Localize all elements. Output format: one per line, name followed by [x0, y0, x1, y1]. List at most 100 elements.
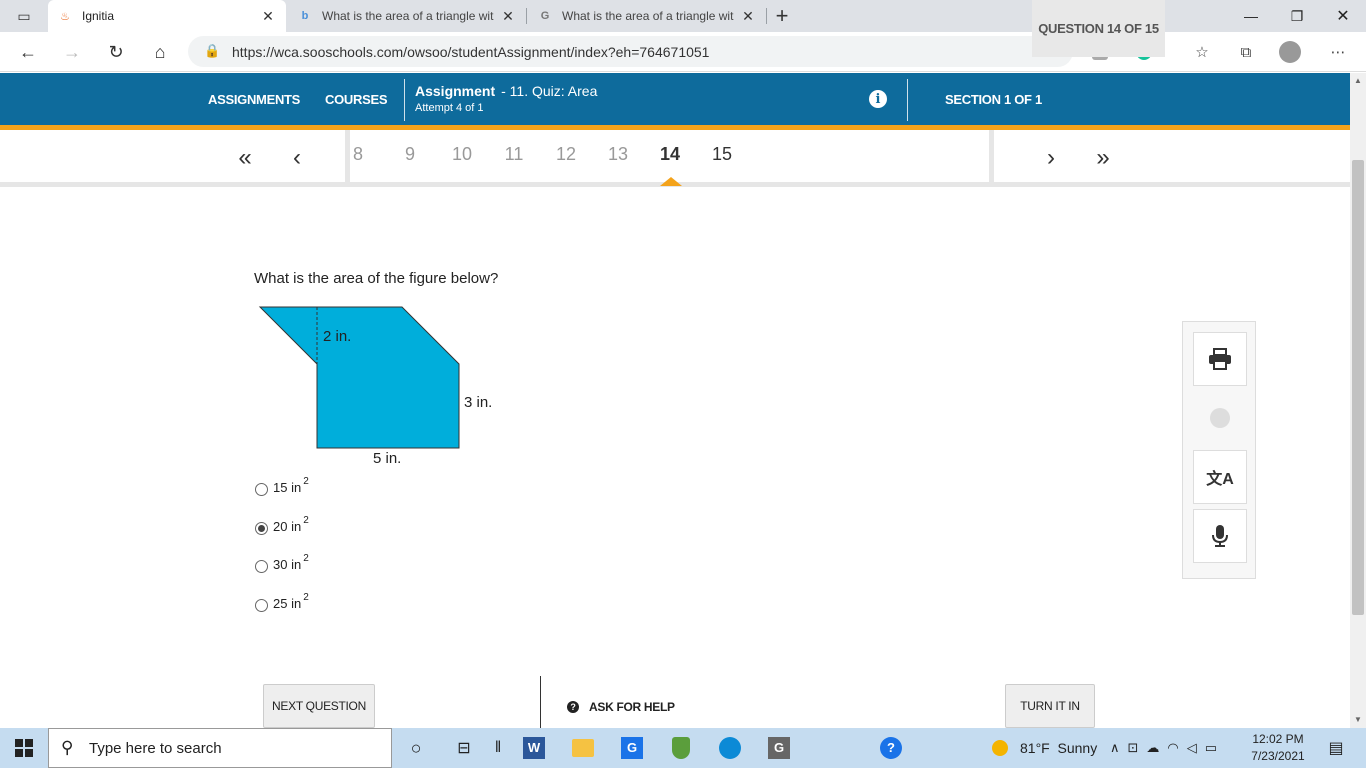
close-tab-icon[interactable]: ✕ — [500, 8, 516, 25]
notifications-icon[interactable]: ▤ — [1322, 734, 1350, 762]
weather-widget[interactable]: 81°F Sunny — [992, 728, 1097, 768]
new-tab-button[interactable]: + — [768, 2, 796, 30]
taskbar-app-icon[interactable]: ‖ — [484, 734, 512, 762]
courses-link[interactable]: COURSES — [325, 73, 388, 126]
battery-icon[interactable]: ▭ — [1205, 740, 1217, 756]
windows-start-icon[interactable] — [10, 734, 38, 762]
close-tab-icon[interactable]: ✕ — [740, 8, 756, 25]
close-window-icon[interactable]: ✕ — [1320, 0, 1366, 32]
google-favicon-icon: G — [540, 10, 550, 22]
minimize-icon[interactable]: — — [1228, 0, 1274, 32]
info-icon[interactable]: i — [869, 90, 887, 108]
question-number[interactable]: 15 — [708, 144, 736, 165]
next-question-icon[interactable]: › — [1038, 144, 1064, 172]
refresh-icon[interactable]: ↻ — [102, 38, 130, 66]
ask-for-help-button[interactable]: ? ASK FOR HELP — [567, 700, 675, 714]
microphone-icon[interactable] — [1193, 509, 1247, 563]
file-explorer-icon[interactable] — [569, 734, 597, 762]
radio-button-selected[interactable] — [255, 521, 268, 535]
search-placeholder: Type here to search — [89, 739, 222, 757]
close-tab-icon[interactable]: ✕ — [260, 8, 276, 25]
chrome-active-icon[interactable]: G — [765, 734, 793, 762]
profile-avatar-icon[interactable] — [1278, 40, 1302, 64]
label-right: 3 in. — [464, 394, 492, 411]
question-number[interactable]: 8 — [344, 144, 372, 165]
taskbar-search-input[interactable]: ⚲ Type here to search — [48, 728, 392, 768]
print-icon[interactable] — [1193, 332, 1247, 386]
pager-separator — [989, 130, 994, 182]
footer-divider — [540, 676, 541, 728]
question-number[interactable]: 11 — [500, 144, 528, 165]
chevron-up-icon[interactable]: ∧ — [1110, 740, 1120, 756]
choice-text: 20 in — [273, 518, 302, 534]
answer-choice[interactable]: 15 in 2 — [255, 475, 309, 514]
system-tray[interactable]: ∧ ⊡ ☁ ◠ ◁ ▭ — [1110, 728, 1217, 768]
radio-button[interactable] — [255, 483, 268, 496]
tools-panel: 文A — [1182, 321, 1256, 579]
tab-ignitia[interactable]: ♨ Ignitia ✕ — [48, 0, 286, 32]
more-menu-icon[interactable]: ⋯ — [1326, 40, 1350, 64]
tab-bing-search[interactable]: b What is the area of a triangle wit ✕ — [288, 0, 526, 32]
scroll-down-icon[interactable]: ▼ — [1350, 712, 1366, 726]
tab-actions-icon[interactable]: ▭ — [10, 2, 38, 30]
composite-shape — [258, 306, 460, 449]
volume-icon[interactable]: ◁ — [1187, 740, 1197, 756]
help-app-icon[interactable]: ? — [877, 734, 905, 762]
answer-choice[interactable]: 25 in 2 — [255, 591, 309, 630]
word-icon[interactable]: W — [520, 734, 548, 762]
home-icon[interactable]: ⌂ — [146, 38, 174, 66]
question-number[interactable]: 9 — [396, 144, 424, 165]
wifi-icon[interactable]: ◠ — [1167, 740, 1178, 756]
ignitia-favicon-icon: ♨ — [60, 10, 70, 23]
header-divider — [404, 79, 405, 121]
onedrive-icon[interactable]: ☁ — [1146, 740, 1159, 756]
question-number[interactable]: 10 — [448, 144, 476, 165]
ask-for-help-label: ASK FOR HELP — [589, 700, 675, 714]
turn-it-in-button[interactable]: TURN IT IN — [1005, 684, 1095, 728]
top-navigation: ASSIGNMENTS COURSES Assignment - 11. Quiz… — [0, 73, 1350, 126]
back-icon[interactable]: ← — [14, 38, 42, 66]
scroll-thumb[interactable] — [1352, 160, 1364, 615]
radio-button[interactable] — [255, 560, 268, 573]
tab-separator — [766, 8, 767, 24]
answer-choice[interactable]: 30 in 2 — [255, 552, 309, 591]
taskbar-clock[interactable]: 12:02 PM 7/23/2021 — [1248, 731, 1308, 765]
answer-choices: 15 in 2 20 in 2 30 in 2 25 in 2 — [255, 475, 309, 629]
sun-icon — [992, 740, 1008, 756]
chrome-icon[interactable]: G — [618, 734, 646, 762]
collections-icon[interactable]: ⧉ — [1234, 40, 1258, 64]
first-question-icon[interactable]: « — [232, 144, 258, 172]
task-view-icon[interactable]: ⊟ — [450, 734, 478, 762]
answer-choice[interactable]: 20 in 2 — [255, 514, 309, 553]
question-number[interactable]: 12 — [552, 144, 580, 165]
tab-google-search[interactable]: G What is the area of a triangle wit ✕ — [528, 0, 766, 32]
question-number[interactable]: 13 — [604, 144, 632, 165]
question-number-current[interactable]: 14 — [656, 144, 684, 165]
question-pager: « ‹ 8 9 10 11 12 13 14 15 › » — [0, 130, 1350, 183]
scroll-up-icon[interactable]: ▲ — [1350, 73, 1366, 87]
tab-title: What is the area of a triangle wit — [322, 9, 494, 23]
tab-title: What is the area of a triangle wit — [562, 9, 734, 23]
choice-text: 30 in — [273, 557, 302, 572]
url-text: https://wca.sooschools.com/owsoo/student… — [232, 43, 710, 60]
next-question-button[interactable]: NEXT QUESTION — [263, 684, 375, 728]
restore-icon[interactable]: ❐ — [1274, 0, 1320, 32]
radio-button[interactable] — [255, 598, 268, 612]
choice-exponent: 2 — [303, 514, 309, 526]
help-question-icon: ? — [567, 701, 579, 713]
edge-icon[interactable] — [716, 734, 744, 762]
label-bottom: 5 in. — [373, 450, 401, 467]
url-input[interactable]: 🔒 https://wca.sooschools.com/owsoo/stude… — [188, 36, 1073, 67]
security-shield-icon[interactable] — [667, 734, 695, 762]
question-prompt: What is the area of the figure below? — [254, 270, 499, 287]
previous-question-icon[interactable]: ‹ — [284, 144, 310, 172]
cortana-icon[interactable]: ○ — [402, 734, 430, 762]
favorites-icon[interactable]: ☆ — [1190, 40, 1214, 64]
figure-svg: 2 in. 3 in. 5 in. — [258, 306, 492, 467]
assignments-link[interactable]: ASSIGNMENTS — [208, 73, 300, 126]
clock-time: 12:02 PM — [1252, 732, 1304, 746]
last-question-icon[interactable]: » — [1090, 144, 1116, 172]
meet-icon[interactable]: ⊡ — [1128, 740, 1139, 756]
translate-icon[interactable]: 文A — [1193, 450, 1247, 504]
forward-icon[interactable]: → — [58, 38, 86, 66]
